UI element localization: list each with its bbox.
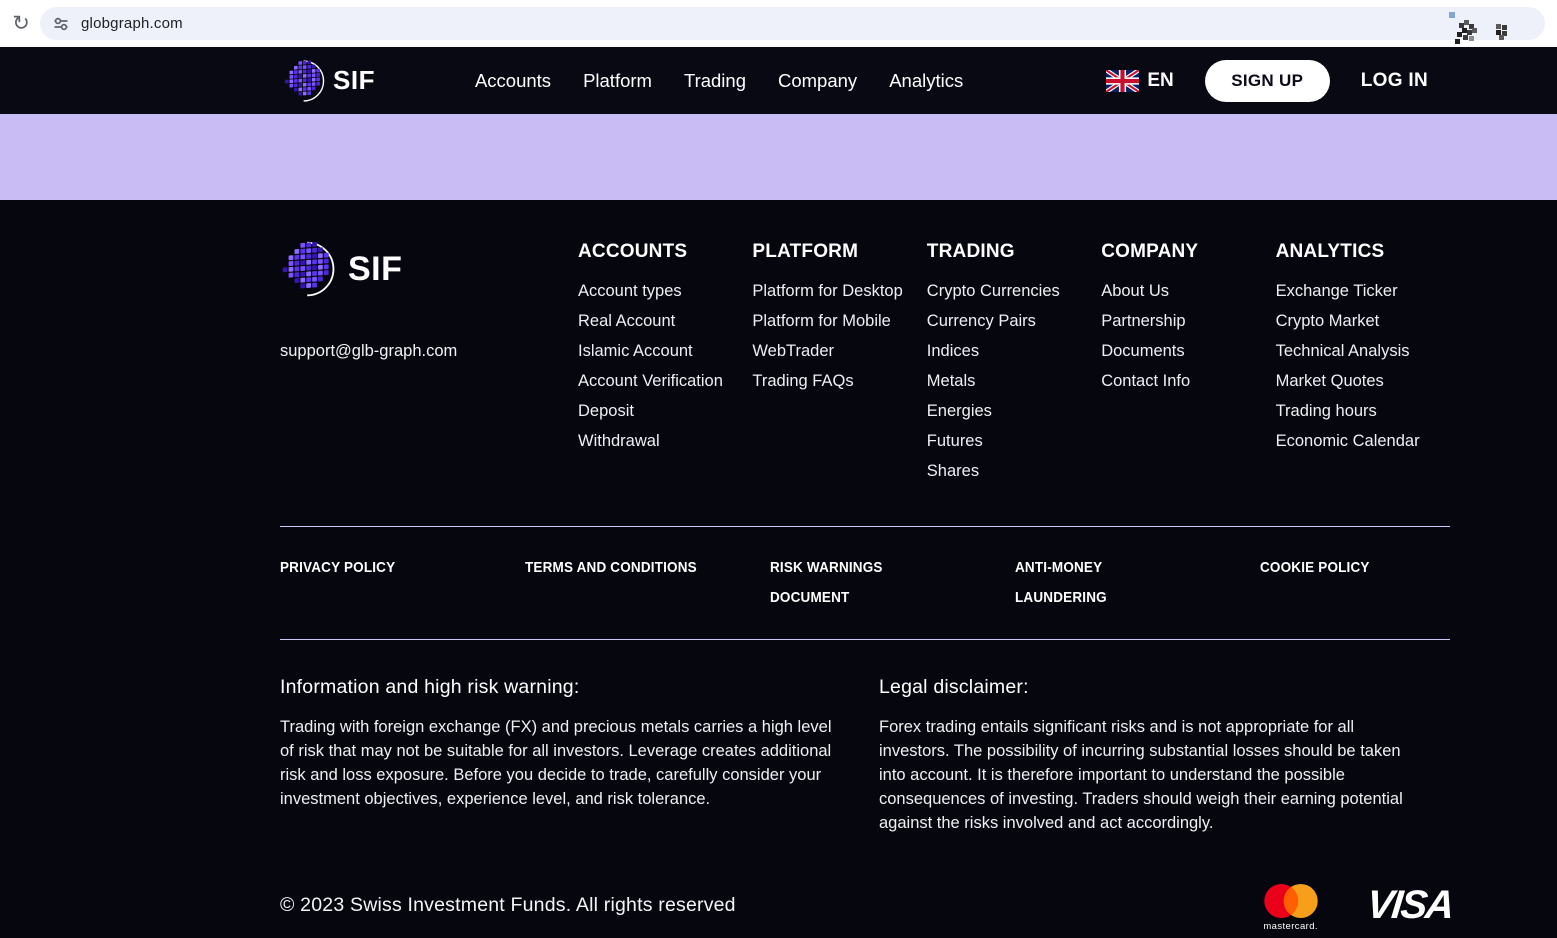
footer-link[interactable]: Trading FAQs [752,366,926,396]
footer-brand-column: SIF support@glb-graph.com [280,238,578,486]
visa-logo: VISA [1364,883,1454,928]
footer-column-trading: TRADING Crypto Currencies Currency Pairs… [927,238,1101,486]
footer-link[interactable]: Shares [927,456,1101,486]
signup-button[interactable]: SIGN UP [1205,60,1330,102]
footer-column-title: ACCOUNTS [578,238,752,266]
footer-link[interactable]: Exchange Ticker [1276,276,1450,306]
footer-column-title: ANALYTICS [1276,238,1450,266]
privacy-policy-link[interactable]: PRIVACY POLICY [280,553,501,613]
site-settings-icon[interactable] [53,16,69,32]
globe-logo-icon [280,240,338,298]
cookie-policy-link[interactable]: COOKIE POLICY [1260,553,1431,613]
footer-link[interactable]: Crypto Market [1276,306,1450,336]
nav-brand-logo[interactable]: SIF [283,59,375,103]
terms-conditions-link[interactable]: TERMS AND CONDITIONS [525,553,746,613]
risk-warning-heading: Information and high risk warning: [280,676,847,699]
footer-link[interactable]: Account Verification [578,366,752,396]
footer-link[interactable]: Deposit [578,396,752,426]
footer-link[interactable]: Platform for Mobile [752,306,926,336]
payment-logos: mastercard. VISA [1257,879,1452,932]
browser-toolbar: ↻ globgraph.com [0,0,1557,47]
footer-bottom-row: © 2023 Swiss Investment Funds. All right… [280,879,1452,932]
nav-item-platform[interactable]: Platform [583,70,652,92]
footer-column-title: TRADING [927,238,1101,266]
footer-link[interactable]: Futures [927,426,1101,456]
footer-link[interactable]: Metals [927,366,1101,396]
footer-link[interactable]: WebTrader [752,336,926,366]
mastercard-label: mastercard. [1263,921,1318,932]
footer-columns: SIF support@glb-graph.com ACCOUNTS Accou… [280,200,1450,486]
footer-link[interactable]: Documents [1101,336,1275,366]
footer-link[interactable]: Platform for Desktop [752,276,926,306]
risk-warnings-link[interactable]: RISK WARNINGS DOCUMENT [770,553,896,613]
login-button[interactable]: LOG IN [1361,70,1428,92]
footer-link[interactable]: Real Account [578,306,752,336]
globe-logo-icon [283,59,327,103]
toolbar-extensions-blurred [1447,15,1517,47]
address-bar[interactable]: globgraph.com [40,7,1545,40]
nav-item-analytics[interactable]: Analytics [889,70,963,92]
language-code: EN [1147,70,1173,92]
legal-disclaimer-block: Legal disclaimer: Forex trading entails … [879,676,1424,835]
policy-links-row: PRIVACY POLICY TERMS AND CONDITIONS RISK… [280,526,1450,640]
language-selector[interactable]: EN [1106,70,1173,92]
nav-item-trading[interactable]: Trading [684,70,746,92]
footer-column-title: COMPANY [1101,238,1275,266]
footer-link[interactable]: Withdrawal [578,426,752,456]
footer-link[interactable]: Technical Analysis [1276,336,1450,366]
legal-disclaimer-text: Forex trading entails significant risks … [879,715,1424,835]
footer-link[interactable]: Account types [578,276,752,306]
footer-link[interactable]: Crypto Currencies [927,276,1101,306]
footer-link[interactable]: Market Quotes [1276,366,1450,396]
footer-column-accounts: ACCOUNTS Account types Real Account Isla… [578,238,752,486]
footer-column-platform: PLATFORM Platform for Desktop Platform f… [752,238,926,486]
footer-brand-logo[interactable]: SIF [280,240,578,298]
footer-link[interactable]: Indices [927,336,1101,366]
footer-link[interactable]: Energies [927,396,1101,426]
risk-warning-text: Trading with foreign exchange (FX) and p… [280,715,847,811]
legal-disclaimer-heading: Legal disclaimer: [879,676,1424,699]
nav-item-accounts[interactable]: Accounts [475,70,551,92]
footer-link[interactable]: Trading hours [1276,396,1450,426]
footer-link[interactable]: Contact Info [1101,366,1275,396]
uk-flag-icon [1106,70,1139,92]
footer-link[interactable]: Currency Pairs [927,306,1101,336]
brand-name: SIF [333,65,375,96]
brand-name: SIF [348,250,402,289]
copyright-text: © 2023 Swiss Investment Funds. All right… [280,894,736,917]
main-navbar: SIF Accounts Platform Trading Company An… [0,47,1557,114]
mastercard-logo: mastercard. [1257,879,1325,932]
footer-link[interactable]: Partnership [1101,306,1275,336]
footer-link[interactable]: About Us [1101,276,1275,306]
risk-warning-block: Information and high risk warning: Tradi… [280,676,847,835]
footer-column-analytics: ANALYTICS Exchange Ticker Crypto Market … [1276,238,1450,486]
footer-column-company: COMPANY About Us Partnership Documents C… [1101,238,1275,486]
nav-right-group: EN SIGN UP LOG IN [1106,60,1428,102]
footer-link[interactable]: Economic Calendar [1276,426,1450,456]
reload-icon[interactable]: ↻ [4,7,38,41]
footer-link[interactable]: Islamic Account [578,336,752,366]
support-email-link[interactable]: support@glb-graph.com [280,342,578,361]
anti-money-laundering-link[interactable]: ANTI-MONEY LAUNDERING [1015,553,1141,613]
nav-item-company[interactable]: Company [778,70,857,92]
disclaimers-section: Information and high risk warning: Tradi… [280,676,1450,835]
nav-menu: Accounts Platform Trading Company Analyt… [475,70,963,92]
hero-band [0,114,1557,200]
footer-column-title: PLATFORM [752,238,926,266]
site-footer: SIF support@glb-graph.com ACCOUNTS Accou… [0,200,1557,938]
url-text[interactable]: globgraph.com [81,15,183,32]
